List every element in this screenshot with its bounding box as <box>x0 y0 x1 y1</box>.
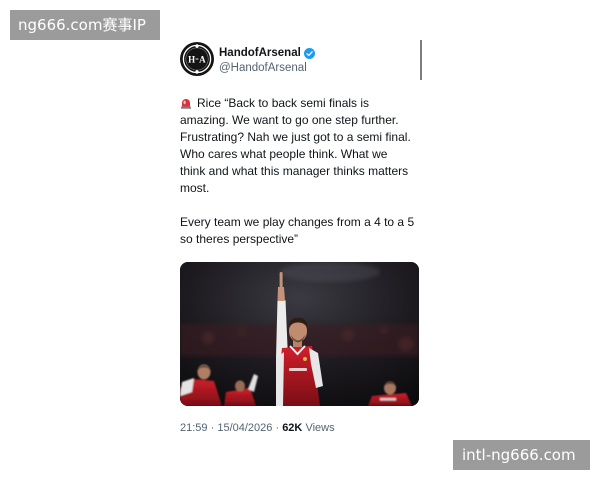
vertical-divider <box>420 40 422 80</box>
crowd-blob <box>379 325 389 335</box>
tweet-time[interactable]: 21:59 <box>180 422 208 434</box>
author-display-name[interactable]: HandofArsenal <box>219 46 301 60</box>
police-car-light-icon <box>180 97 192 109</box>
views-count: 62K <box>282 422 303 434</box>
raised-hand <box>277 287 285 301</box>
siren-highlight <box>183 100 186 105</box>
logo-letter-left: H <box>188 54 195 64</box>
siren-base <box>181 106 191 109</box>
meta-separator: · <box>210 422 215 434</box>
watermark-top-left: ng666.com赛事IP <box>10 10 160 40</box>
shirt-sponsor-mark <box>289 368 307 371</box>
author-handle[interactable]: @HandofArsenal <box>219 61 307 75</box>
meta-separator: · <box>275 422 280 434</box>
tweet-text: Rice “Back to back semi finals is amazin… <box>180 95 425 248</box>
tweet-meta: 21:59 · 15/04/2026 · 62K Views <box>180 421 335 435</box>
watermark-bottom-right: intl-ng666.com <box>453 440 590 470</box>
tweet-line: so theres perspective” <box>180 232 299 246</box>
player-celebration-photo <box>180 262 419 406</box>
pointing-finger <box>279 272 283 288</box>
views-label: Views <box>305 422 335 434</box>
tweet-line: Rice “Back to back semi finals is <box>180 95 425 112</box>
logo-letter-right: A <box>199 54 206 64</box>
floodlight-glow <box>280 262 380 282</box>
tweet-line: think and what this manager thinks matte… <box>180 164 409 178</box>
tweet-line: most. <box>180 181 210 195</box>
crowd-blob <box>202 332 214 344</box>
crowd-blob <box>342 329 354 341</box>
tweet-line: Frustrating? Nah we just got to a semi f… <box>180 130 411 144</box>
tweet-photo[interactable] <box>180 262 419 406</box>
verified-badge-icon <box>303 47 315 59</box>
tweet-date[interactable]: 15/04/2026 <box>217 422 272 434</box>
teammate-right-sponsor-mark <box>380 398 396 401</box>
tweet-line: Who cares what people think. What we <box>180 147 388 161</box>
tweet-line: Every team we play changes from a 4 to a… <box>180 215 415 229</box>
teammate-center-head <box>235 380 245 392</box>
tweet-paragraph: Rice “Back to back semi finals is amazin… <box>180 95 425 197</box>
siren-dome <box>182 99 190 107</box>
crowd-blob <box>399 337 413 351</box>
shirt-side-panel <box>276 352 284 406</box>
crowd-blob <box>237 327 247 337</box>
shirt-crest <box>303 357 307 361</box>
verified-badge-circle <box>303 47 315 59</box>
tweet-line: amazing. We want to go one step further. <box>180 113 399 127</box>
tweet-line-text: Rice “Back to back semi finals is <box>197 96 370 110</box>
avatar[interactable]: H A <box>180 42 214 76</box>
tweet-paragraph: Every team we play changes from a 4 to a… <box>180 214 425 248</box>
author-name-row: HandofArsenal <box>219 46 315 60</box>
club-logo-icon: H A <box>180 42 214 76</box>
